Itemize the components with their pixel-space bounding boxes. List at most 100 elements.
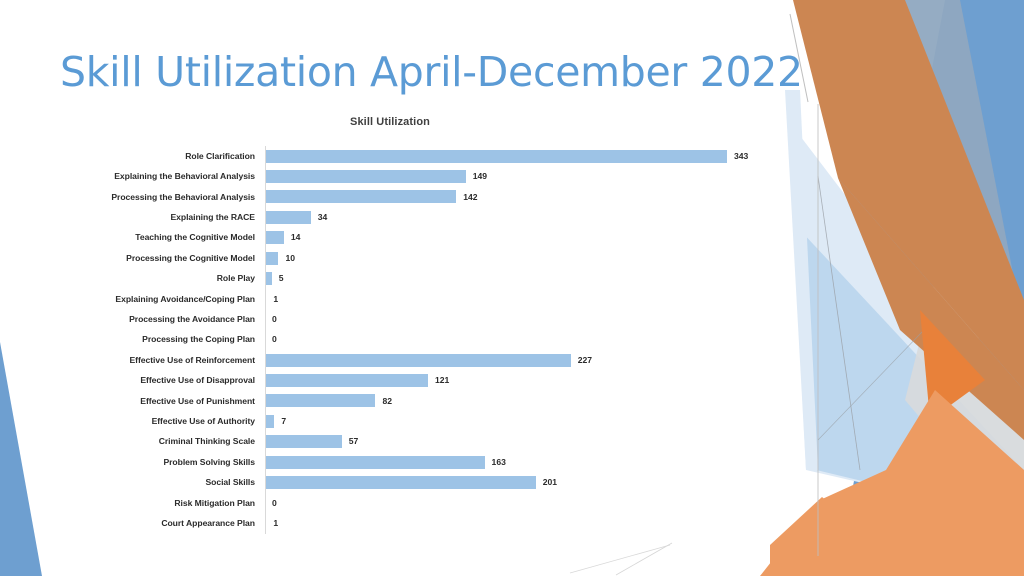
shape-bottom-left-blue-triangle [0,342,42,576]
category-label: Role Clarification [185,150,255,161]
shape-pale-blue-wedge [788,120,1024,520]
chart-bar-row: Processing the Coping Plan 0 [55,330,775,350]
bar-track: 82 [265,391,775,411]
bar-value-label: 1 [273,293,279,304]
category-label: Explaining the RACE [170,212,255,223]
chart-bar-row: Explaining the Behavioral Analysis 149 [55,166,775,186]
category-label: Problem Solving Skills [163,456,255,467]
chart-bar-row: Court Appearance Plan 1 [55,513,775,533]
bar-track: 227 [265,350,775,370]
bar-value-label: 0 [272,314,277,325]
bar-value-label: 7 [281,415,287,426]
chart-bar-row: Processing the Avoidance Plan 0 [55,309,775,329]
bar[interactable] [265,170,466,184]
bar-track: 34 [265,207,775,227]
chart-plot-area: Role Clarification 343 Explaining the Beha… [55,146,775,533]
bar-value-label: 82 [382,395,392,406]
bar[interactable] [265,190,457,204]
bar-track: 163 [265,452,775,472]
chart-bar-row: Explaining Avoidance/Coping Plan 1 [55,289,775,309]
bar-value-label: 142 [463,191,478,202]
category-label: Explaining the Behavioral Analysis [114,171,255,182]
bar-value-label: 1 [273,517,279,528]
bar-value-label: 343 [734,150,749,161]
bar-value-label: 10 [285,252,296,263]
hairline-diagonal-4 [569,544,671,574]
bar[interactable] [265,394,376,408]
bar-track: 14 [265,228,775,248]
bar-track: 0 [265,309,775,329]
bar-value-label: 227 [577,354,593,365]
bar-value-label: 0 [272,497,277,508]
chart-bar-row: Social Skills 201 [55,472,775,492]
bar[interactable] [265,210,311,224]
bar-track: 0 [265,493,775,513]
category-label: Social Skills [205,477,255,488]
shape-orange-step-bottom [770,497,850,576]
bar-track: 1 [265,513,775,533]
shape-pale-blue-sliver [785,90,818,470]
bar-track: 10 [265,248,775,268]
category-label: Processing the Coping Plan [142,334,255,345]
category-label: Role Play [216,273,255,284]
shape-orange-bright-triangle [920,310,985,420]
bar-value-label: 5 [278,273,284,284]
chart-bar-row: Explaining the RACE 34 [55,207,775,227]
chart-bar-row: Processing the Behavioral Analysis 142 [55,187,775,207]
bar-track: 5 [265,268,775,288]
category-label: Court Appearance Plan [161,517,255,528]
shape-light-gray-wedge [905,260,1024,540]
bar-value-label: 163 [491,456,506,467]
chart-bar-row: Teaching the Cognitive Model 14 [55,228,775,248]
bar-chart[interactable]: Skill Utilization Role Clarification 343 E… [55,108,775,548]
bar[interactable] [265,373,428,387]
category-label: Effective Use of Disapproval [140,375,255,386]
bar[interactable] [265,455,485,469]
bar-track: 7 [265,411,775,431]
category-label: Explaining Avoidance/Coping Plan [115,293,255,304]
slide-canvas: Skill Utilization April-December 2022 Sk… [0,0,1024,576]
chart-bar-row: Processing the Cognitive Model 10 [55,248,775,268]
category-axis-line [265,146,266,534]
category-label: Teaching the Cognitive Model [135,232,255,243]
bar[interactable] [265,475,536,489]
category-label: Processing the Avoidance Plan [129,314,255,325]
category-label: Effective Use of Punishment [140,395,255,406]
chart-bar-row: Effective Use of Disapproval 121 [55,370,775,390]
bar[interactable] [265,251,279,265]
bar-value-label: 149 [472,171,488,182]
bar-track: 343 [265,146,775,166]
chart-bar-row: Effective Use of Reinforcement 227 [55,350,775,370]
bar-value-label: 57 [348,436,359,447]
bar-value-label: 14 [290,232,301,243]
shape-orange-band-dark [793,0,1024,390]
category-label: Effective Use of Reinforcement [129,354,255,365]
category-label: Processing the Behavioral Analysis [111,191,255,202]
bar[interactable] [265,353,571,367]
bar[interactable] [265,231,284,245]
chart-bar-row: Effective Use of Authority 7 [55,411,775,431]
hairline-diagonal-3 [817,331,923,441]
bar-track: 121 [265,370,775,390]
shape-orange-band-dark-lower [838,178,1024,440]
chart-title: Skill Utilization [350,116,430,128]
bar-track: 142 [265,187,775,207]
chart-bar-row: Problem Solving Skills 163 [55,452,775,472]
bar-track: 1 [265,289,775,309]
category-label: Risk Mitigation Plan [174,497,255,508]
shape-orange-band-light [760,390,1024,576]
category-label: Processing the Cognitive Model [126,252,255,263]
shape-gray-blue-wedge [838,0,1024,470]
bar-track: 57 [265,431,775,451]
shape-right-blue-field [836,0,1024,576]
chart-bar-row: Criminal Thinking Scale 57 [55,431,775,451]
bar[interactable] [265,435,342,449]
shape-light-blue-wedge [800,230,1024,520]
chart-bar-row: Role Clarification 343 [55,146,775,166]
bar[interactable] [265,149,727,163]
bar-value-label: 0 [272,334,277,345]
bar[interactable] [265,414,275,428]
bar[interactable] [265,272,272,286]
bar-value-label: 34 [317,212,328,223]
chart-bar-row: Risk Mitigation Plan 0 [55,493,775,513]
